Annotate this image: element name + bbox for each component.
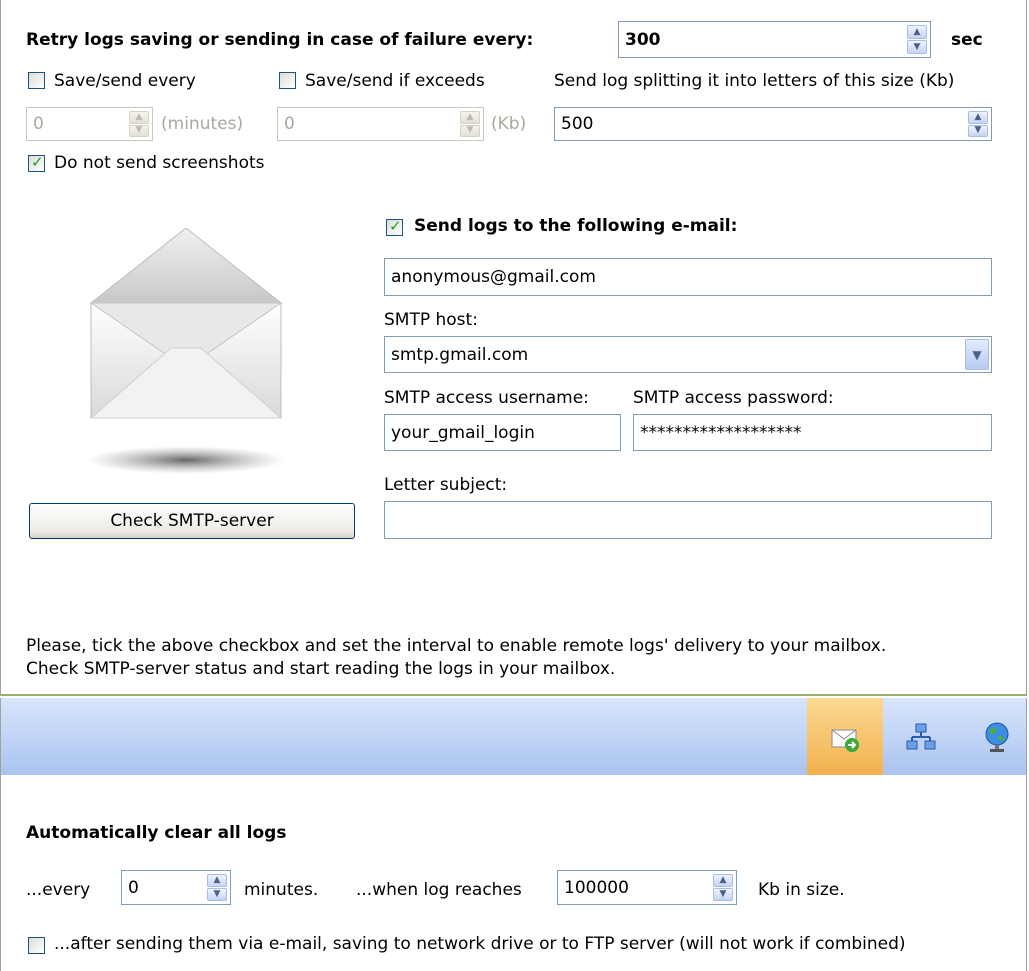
clear-title: Automatically clear all logs xyxy=(26,823,287,843)
email-send-icon xyxy=(831,729,859,752)
chevron-down-icon[interactable]: ▼ xyxy=(965,339,989,370)
spin-up-icon[interactable]: ▲ xyxy=(129,111,149,124)
email-mode-button[interactable] xyxy=(807,698,883,775)
save-exceeds-checkbox[interactable] xyxy=(279,72,296,89)
spin-down-icon[interactable]: ▼ xyxy=(129,124,149,137)
email-settings-panel: Retry logs saving or sending in case of … xyxy=(0,0,1027,696)
email-address-value[interactable]: anonymous@gmail.com xyxy=(391,267,596,287)
check-smtp-button[interactable]: Check SMTP-server xyxy=(29,503,355,539)
every-label: ...every xyxy=(26,880,91,900)
spin-up-icon[interactable]: ▲ xyxy=(207,874,227,887)
checkmark-icon: ✓ xyxy=(31,153,44,171)
spin-down-icon[interactable]: ▼ xyxy=(460,124,480,137)
info-line-1: Please, tick the above checkbox and set … xyxy=(26,636,887,656)
username-label: SMTP access username: xyxy=(384,388,589,408)
check-smtp-button-label: Check SMTP-server xyxy=(110,511,274,531)
info-line-2: Check SMTP-server status and start readi… xyxy=(26,659,616,679)
spin-down-icon[interactable]: ▼ xyxy=(713,888,733,901)
password-field[interactable]: ******************* xyxy=(633,414,992,451)
spin-down-icon[interactable]: ▼ xyxy=(207,888,227,901)
save-every-checkbox[interactable] xyxy=(28,72,45,89)
subject-label: Letter subject: xyxy=(384,475,508,495)
save-every-value[interactable]: 0 xyxy=(33,114,44,134)
minutes-label: minutes. xyxy=(244,880,319,900)
password-value[interactable]: ******************* xyxy=(640,423,802,443)
ftp-globe-icon xyxy=(985,722,1009,752)
spin-down-icon[interactable]: ▼ xyxy=(907,40,927,54)
subject-field[interactable] xyxy=(384,501,992,539)
checkmark-icon: ✓ xyxy=(389,217,402,235)
smtp-host-combo[interactable]: smtp.gmail.com ▼ xyxy=(384,336,992,373)
save-every-unit: (minutes) xyxy=(161,114,244,134)
reaches-label: ...when log reaches xyxy=(356,880,522,900)
save-exceeds-spinner[interactable]: 0 ▲ ▼ xyxy=(277,107,484,141)
smtp-host-label: SMTP host: xyxy=(384,310,478,330)
spin-up-icon[interactable]: ▲ xyxy=(460,111,480,124)
split-value[interactable]: 500 xyxy=(561,114,593,134)
spin-down-icon[interactable]: ▼ xyxy=(968,124,988,137)
kb-label: Kb in size. xyxy=(758,880,845,900)
log-size-value[interactable]: 100000 xyxy=(564,878,629,898)
username-field[interactable]: your_gmail_login xyxy=(384,414,621,451)
log-size-spinner[interactable]: 100000 ▲ ▼ xyxy=(557,870,737,905)
clear-every-value[interactable]: 0 xyxy=(128,878,139,898)
no-screenshots-label: Do not send screenshots xyxy=(54,153,265,173)
save-every-spinner[interactable]: 0 ▲ ▼ xyxy=(26,107,153,141)
network-mode-button[interactable] xyxy=(883,698,959,775)
split-label: Send log splitting it into letters of th… xyxy=(554,71,955,91)
delivery-toolbar xyxy=(0,698,1027,775)
email-address-field[interactable]: anonymous@gmail.com xyxy=(384,258,992,296)
save-every-label: Save/send every xyxy=(54,71,196,91)
retry-value[interactable]: 300 xyxy=(625,30,661,50)
ftp-mode-button[interactable] xyxy=(959,698,1029,775)
envelope-illustration xyxy=(86,228,286,474)
after-sending-label: ...after sending them via e-mail, saving… xyxy=(54,934,906,954)
send-email-label: Send logs to the following e-mail: xyxy=(414,216,738,236)
retry-unit: sec xyxy=(951,30,983,50)
save-exceeds-value[interactable]: 0 xyxy=(284,114,295,134)
clear-logs-panel: Automatically clear all logs ...every 0 … xyxy=(0,775,1027,971)
retry-spinner[interactable]: 300 ▲ ▼ xyxy=(618,21,931,58)
split-spinner[interactable]: 500 ▲ ▼ xyxy=(554,107,992,141)
spin-up-icon[interactable]: ▲ xyxy=(968,111,988,124)
retry-label: Retry logs saving or sending in case of … xyxy=(26,30,534,50)
username-value[interactable]: your_gmail_login xyxy=(391,423,535,443)
smtp-host-value[interactable]: smtp.gmail.com xyxy=(391,345,528,365)
spin-up-icon[interactable]: ▲ xyxy=(713,874,733,887)
save-exceeds-unit: (Kb) xyxy=(491,114,527,134)
clear-every-spinner[interactable]: 0 ▲ ▼ xyxy=(121,870,231,905)
spin-up-icon[interactable]: ▲ xyxy=(907,25,927,39)
network-drive-icon xyxy=(906,723,936,749)
no-screenshots-checkbox[interactable]: ✓ xyxy=(28,153,45,172)
after-sending-checkbox[interactable] xyxy=(28,937,45,954)
password-label: SMTP access password: xyxy=(633,388,834,408)
save-exceeds-label: Save/send if exceeds xyxy=(305,71,485,91)
send-email-checkbox[interactable]: ✓ xyxy=(386,217,403,236)
